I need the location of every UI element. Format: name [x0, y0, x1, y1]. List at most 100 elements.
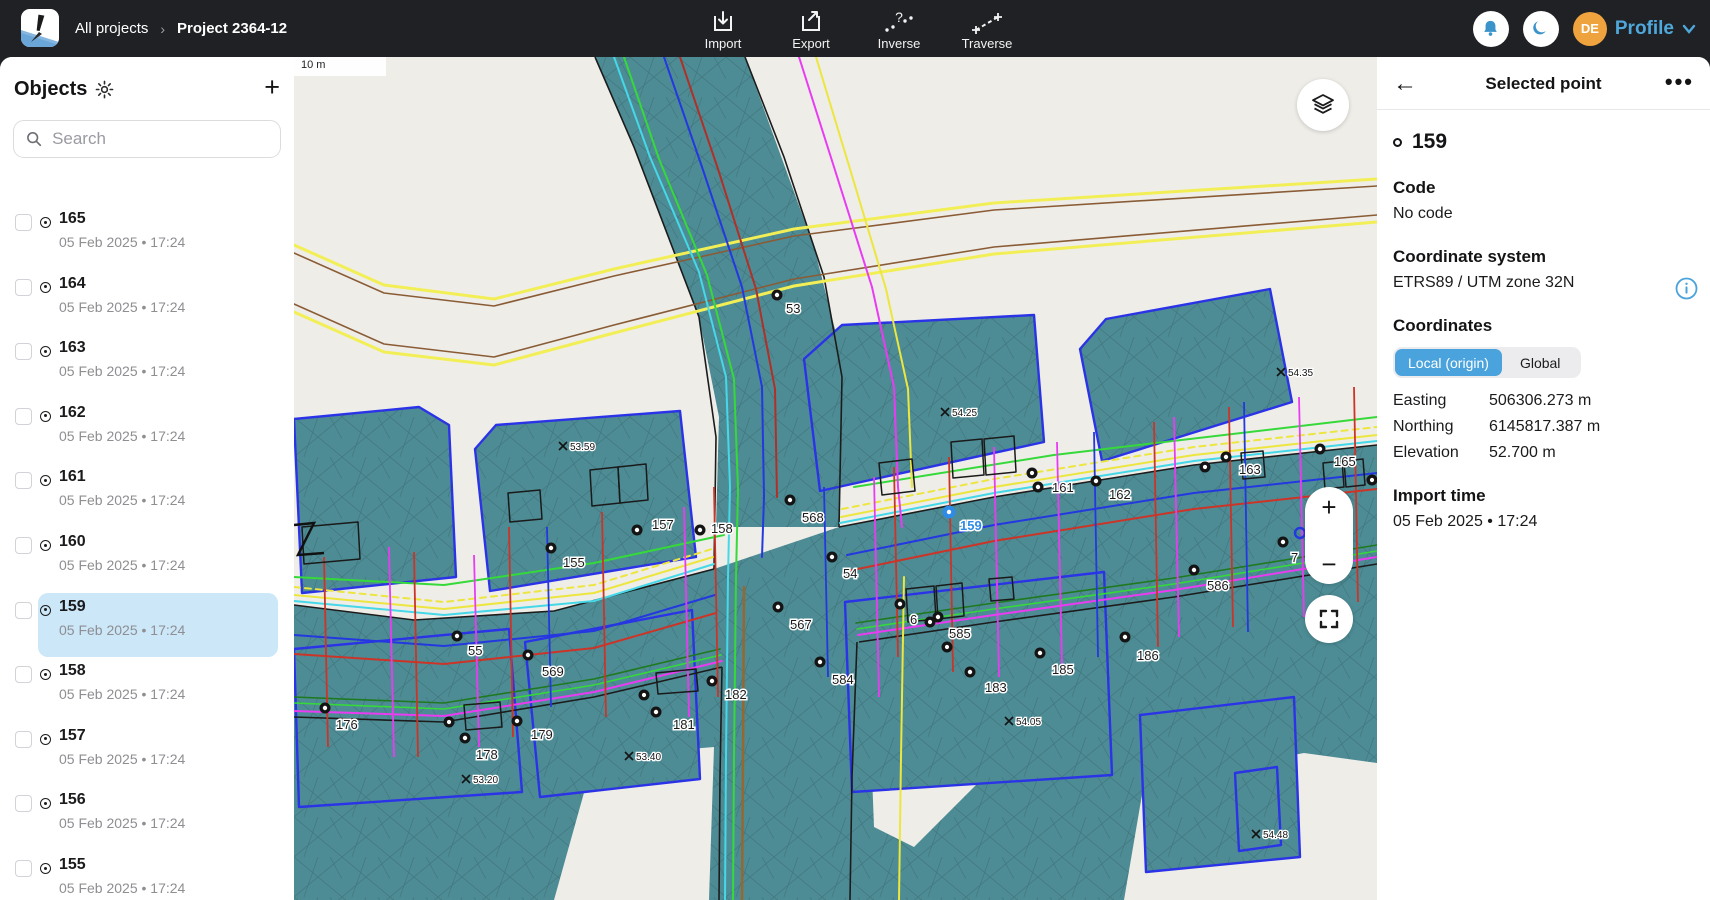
- dark-mode-button[interactable]: [1523, 11, 1559, 47]
- map-point-label-158: 158: [711, 521, 733, 536]
- point-type-icon: [40, 540, 51, 551]
- list-item-155[interactable]: 155 05 Feb 2025 • 17:24: [0, 855, 294, 900]
- point-type-icon: [40, 411, 51, 422]
- map-point-label-186: 186: [1137, 648, 1159, 663]
- map-point-label-7: 7: [1291, 550, 1298, 565]
- list-item-161[interactable]: 16105 Feb 2025 • 17:24: [0, 467, 294, 531]
- object-checkbox[interactable]: [15, 537, 32, 554]
- app-logo[interactable]: [21, 9, 59, 47]
- layers-icon: [1310, 92, 1336, 118]
- import-button[interactable]: Import: [692, 6, 754, 51]
- object-date: 05 Feb 2025 • 17:24: [59, 234, 185, 250]
- point-type-icon: [40, 282, 51, 293]
- code-value: No code: [1393, 205, 1694, 223]
- traverse-icon: [972, 10, 1002, 34]
- object-date: 05 Feb 2025 • 17:24: [59, 815, 185, 831]
- object-checkbox[interactable]: [15, 795, 32, 812]
- layers-button[interactable]: [1297, 79, 1349, 131]
- list-item-163[interactable]: 16305 Feb 2025 • 17:24: [0, 338, 294, 402]
- object-date: 05 Feb 2025 • 17:24: [59, 622, 185, 638]
- coordinate-system-value: ETRS89 / UTM zone 32N: [1393, 274, 1694, 292]
- point-id: 159: [1412, 130, 1447, 154]
- object-checkbox[interactable]: [15, 666, 32, 683]
- coordinate-system-info-button[interactable]: [1675, 277, 1698, 305]
- object-checkbox[interactable]: [15, 343, 32, 360]
- zoom-out-button[interactable]: −: [1305, 551, 1353, 577]
- traverse-label: Traverse: [962, 36, 1013, 51]
- map-point-label-178: 178: [476, 747, 498, 762]
- map-point-label-182: 182: [725, 687, 747, 702]
- avatar[interactable]: DE: [1573, 12, 1607, 46]
- import-icon: [711, 10, 735, 34]
- map-point-label-165: 165: [1334, 454, 1356, 469]
- object-date: 05 Feb 2025 • 17:24: [59, 751, 185, 767]
- traverse-button[interactable]: Traverse: [956, 6, 1018, 51]
- map-point-label-183: 183: [985, 680, 1007, 695]
- list-item-164[interactable]: 164 05 Feb 2025 • 17:24: [0, 274, 294, 338]
- object-checkbox[interactable]: [15, 408, 32, 425]
- toggle-local-origin[interactable]: Local (origin): [1395, 349, 1502, 376]
- object-checkbox[interactable]: [15, 214, 32, 231]
- object-checkbox[interactable]: [15, 731, 32, 748]
- export-button[interactable]: Export: [780, 6, 842, 51]
- coordinate-value: 506306.273 m: [1489, 392, 1591, 410]
- object-checkbox[interactable]: [15, 602, 32, 619]
- coordinate-value: 52.700 m: [1489, 444, 1556, 462]
- elevation-label: 54.25: [952, 408, 977, 419]
- coordinate-rows: Easting506306.273 mNorthing6145817.387 m…: [1393, 392, 1694, 462]
- objects-settings-button[interactable]: [95, 80, 114, 99]
- more-options-button[interactable]: •••: [1665, 69, 1694, 95]
- gear-icon: [95, 80, 114, 99]
- map-point-label-586: 586: [1207, 578, 1229, 593]
- profile-menu[interactable]: DE Profile: [1573, 12, 1696, 46]
- list-item-partial[interactable]: 05 Feb 2025 • 17:24: [0, 165, 294, 185]
- elevation-label: 54.35: [1288, 368, 1313, 379]
- map-point-label-161: 161: [1052, 480, 1074, 495]
- breadcrumb-all-projects[interactable]: All projects: [75, 20, 148, 37]
- panel-header: ← Selected point •••: [1377, 57, 1710, 110]
- point-type-icon: [40, 605, 51, 616]
- point-type-icon: [40, 346, 51, 357]
- list-item-162[interactable]: 16205 Feb 2025 • 17:24: [0, 403, 294, 467]
- object-id: 155: [59, 856, 86, 874]
- list-item-158[interactable]: 15805 Feb 2025 • 17:24: [0, 661, 294, 725]
- notifications-button[interactable]: [1473, 11, 1509, 47]
- import-time-label: Import time: [1393, 486, 1694, 506]
- objects-header: Objects +: [14, 75, 280, 103]
- object-id: 164: [59, 275, 86, 293]
- toggle-global[interactable]: Global: [1502, 349, 1578, 376]
- info-icon: [1675, 277, 1698, 300]
- selected-point-panel: ← Selected point ••• 159 Code No code Co…: [1377, 57, 1710, 900]
- object-id: 165: [59, 210, 86, 228]
- point-type-icon: [40, 217, 51, 228]
- object-checkbox[interactable]: [15, 472, 32, 489]
- export-label: Export: [792, 36, 830, 51]
- zoom-in-button[interactable]: +: [1305, 494, 1353, 520]
- object-date: 05 Feb 2025 • 17:24: [59, 299, 185, 315]
- list-item-156[interactable]: 156 05 Feb 2025 • 17:24: [0, 790, 294, 854]
- list-item-165[interactable]: 165 05 Feb 2025 • 17:24: [0, 209, 294, 273]
- import-time-value: 05 Feb 2025 • 17:24: [1393, 513, 1694, 531]
- object-date: 05 Feb 2025 • 17:24: [59, 880, 185, 896]
- list-item-159[interactable]: 15905 Feb 2025 • 17:24: [0, 597, 294, 661]
- export-icon: [799, 10, 823, 34]
- list-item-157[interactable]: 15705 Feb 2025 • 17:24: [0, 726, 294, 790]
- map-point-label-584: 584: [832, 672, 854, 687]
- map-canvas[interactable]: 54.3554.2553.5953.4053.2054.0554.4853555…: [294, 57, 1377, 900]
- search-input[interactable]: [52, 129, 268, 149]
- object-id: 156: [59, 791, 86, 809]
- object-checkbox[interactable]: [15, 279, 32, 296]
- panel-body: 159 Code No code Coordinate system ETRS8…: [1393, 110, 1694, 531]
- fit-extent-button[interactable]: [1305, 595, 1353, 643]
- point-type-icon: [40, 734, 51, 745]
- inverse-button[interactable]: ?Inverse: [868, 6, 930, 51]
- add-object-button[interactable]: +: [264, 73, 280, 101]
- point-type-icon: [40, 475, 51, 486]
- object-checkbox[interactable]: [15, 860, 32, 877]
- objects-list: 05 Feb 2025 • 17:24 165 05 Feb 2025 • 17:2…: [0, 165, 294, 900]
- inverse-label: Inverse: [878, 36, 921, 51]
- object-date: 05 Feb 2025 • 17:24: [59, 428, 185, 444]
- object-date: 05 Feb 2025 • 17:24: [59, 363, 185, 379]
- point-icon: [1393, 138, 1402, 147]
- list-item-160[interactable]: 16005 Feb 2025 • 17:24: [0, 532, 294, 596]
